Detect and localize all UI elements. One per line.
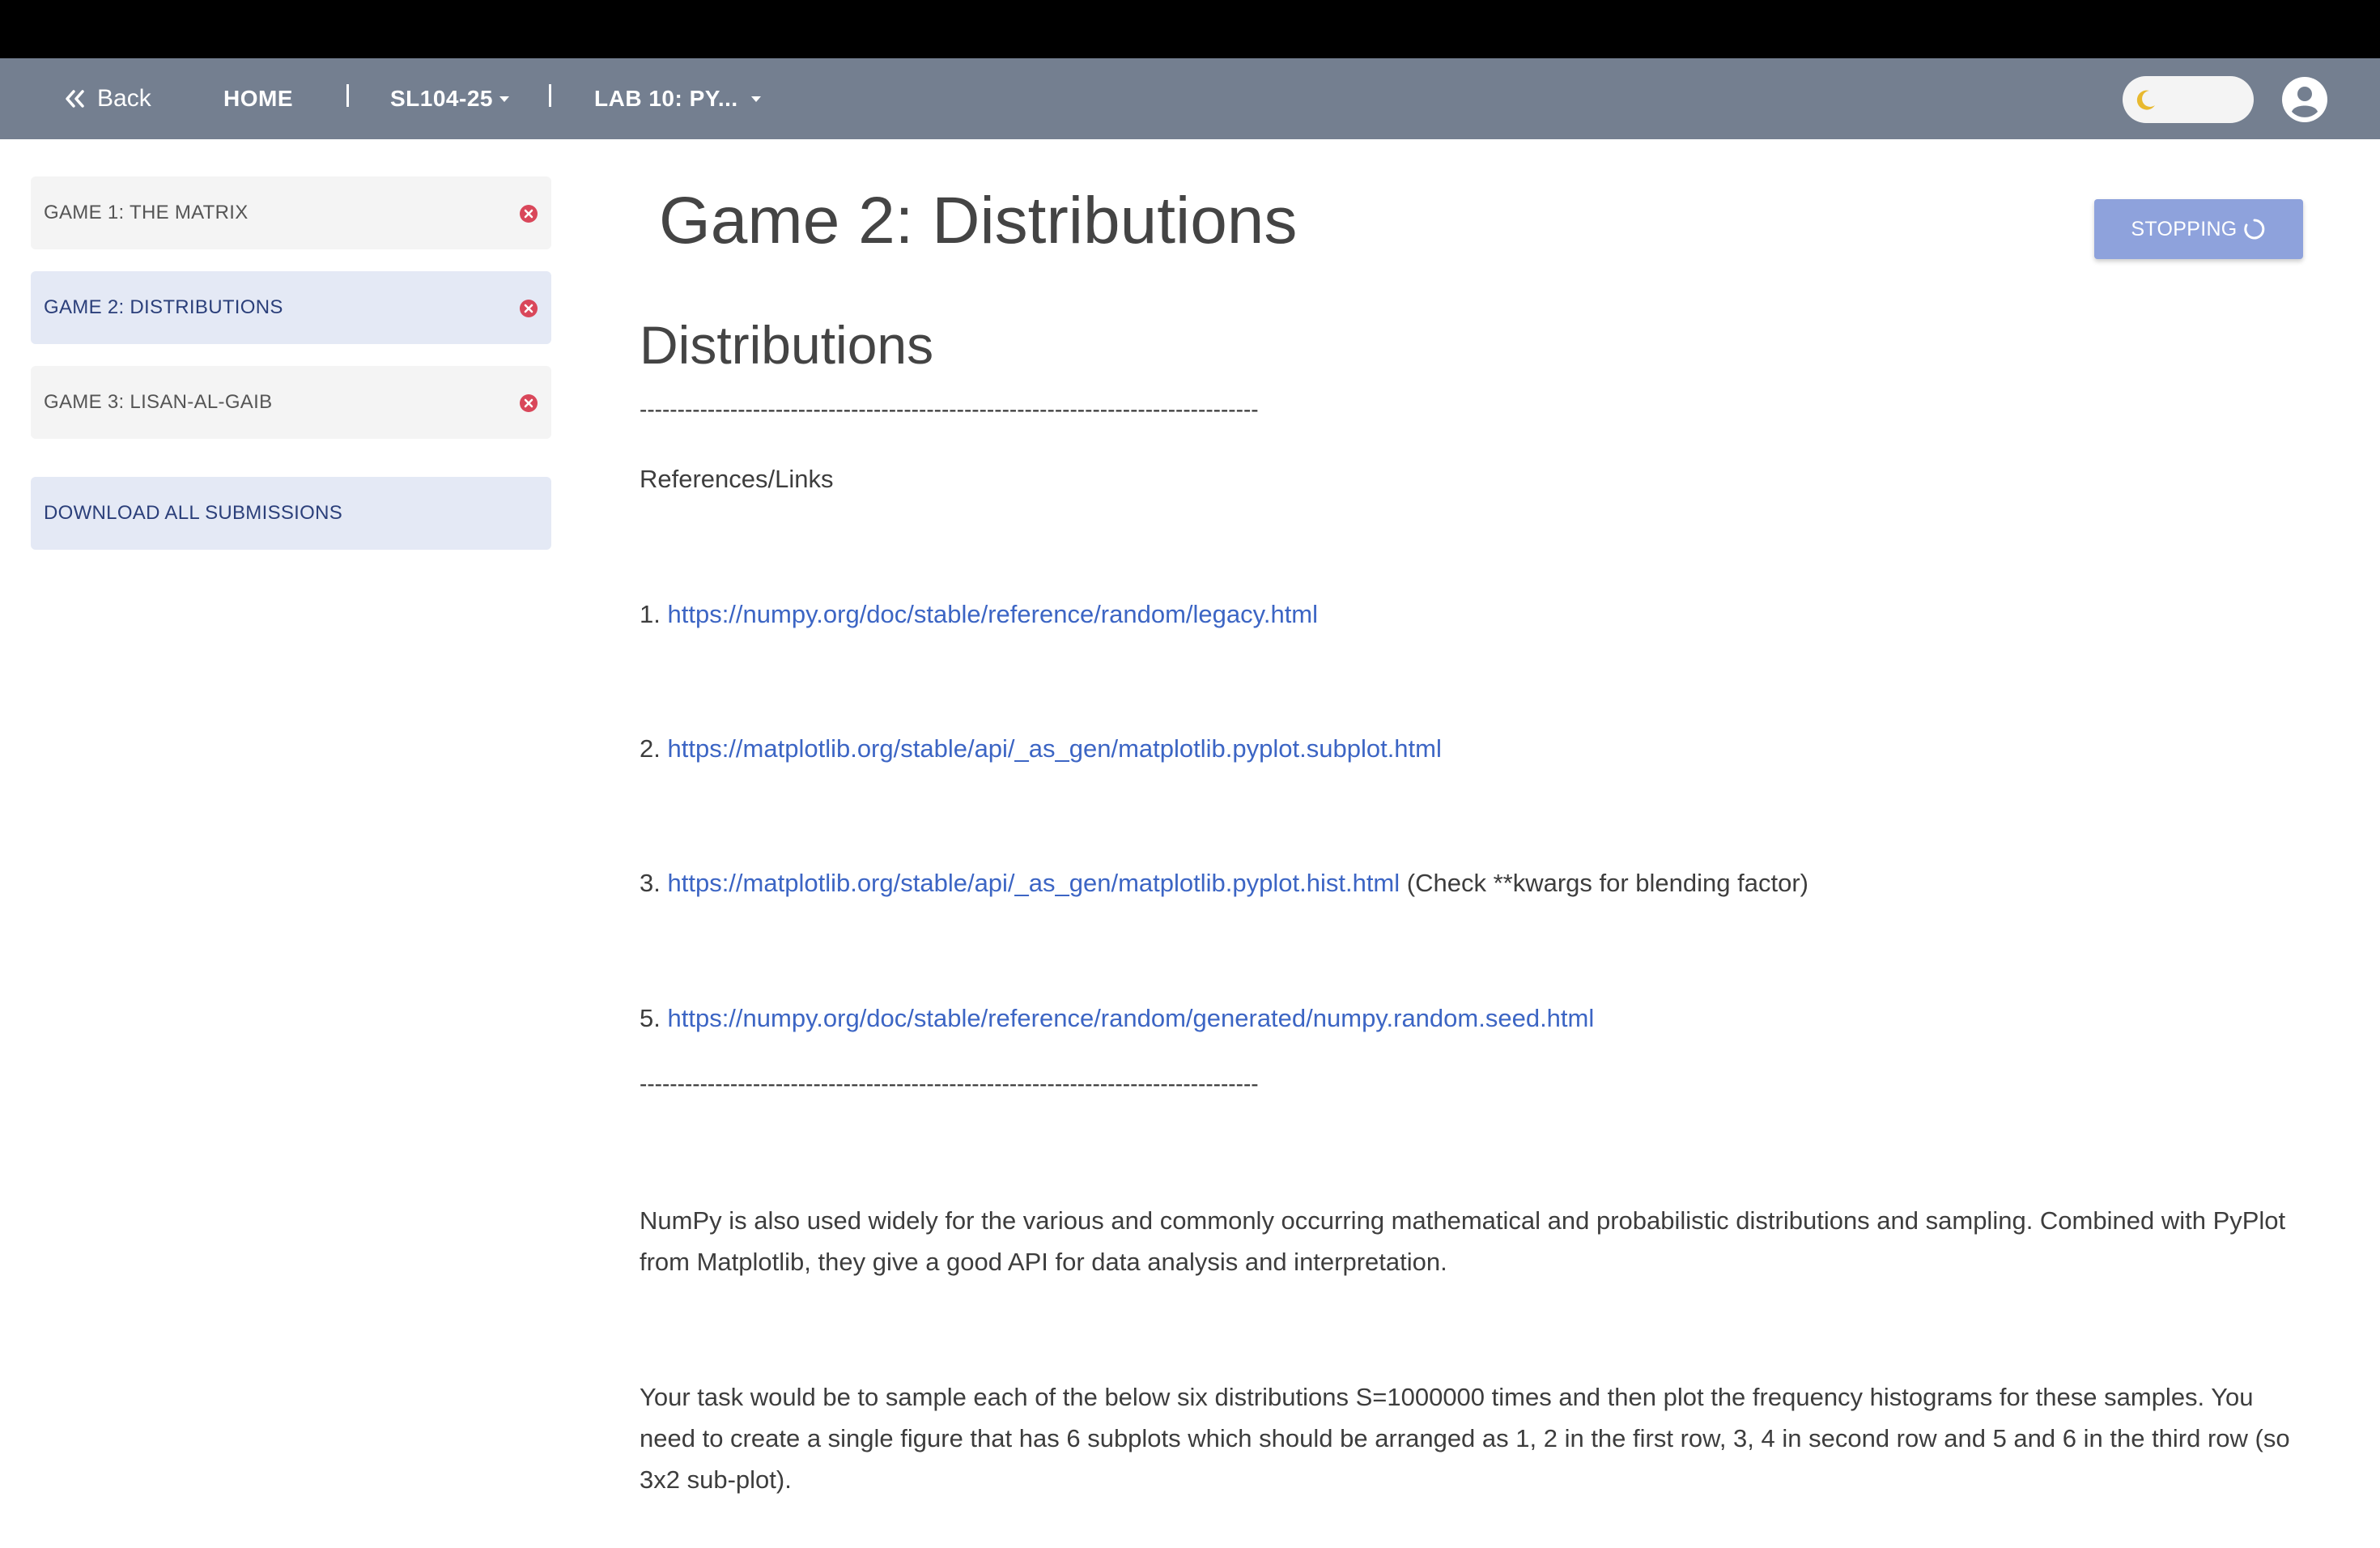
nav-separator (549, 84, 551, 107)
spinner-icon (2243, 219, 2264, 240)
reference-link[interactable]: https://matplotlib.org/stable/api/_as_ge… (667, 869, 1400, 897)
back-label: Back (97, 85, 151, 112)
divider: ----------------------------------------… (640, 1071, 1259, 1096)
sidebar-item-game-2[interactable]: GAME 2: DISTRIBUTIONS (31, 271, 551, 344)
sidebar-item-label: GAME 3: LISAN-AL-GAIB (44, 391, 273, 413)
top-black-bar (0, 0, 2380, 58)
reference-item-3: 3. https://matplotlib.org/stable/api/_as… (640, 869, 1808, 898)
close-circle-icon[interactable] (519, 393, 538, 413)
close-circle-icon[interactable] (519, 299, 538, 318)
section-heading: Distributions (640, 315, 934, 375)
divider: ----------------------------------------… (640, 397, 1259, 422)
reference-link[interactable]: https://numpy.org/doc/stable/reference/r… (667, 1004, 1594, 1032)
download-all-submissions-button[interactable]: DOWNLOAD ALL SUBMISSIONS (31, 477, 551, 550)
sidebar-item-game-3[interactable]: GAME 3: LISAN-AL-GAIB (31, 366, 551, 439)
reference-item-2: 2. https://matplotlib.org/stable/api/_as… (640, 734, 1442, 763)
reference-note: (Check **kwargs for blending factor) (1406, 869, 1808, 897)
reference-number: 5. (640, 1004, 661, 1032)
reference-number: 1. (640, 600, 661, 628)
navbar: Back HOME SL104-25 LAB 10: PY... (0, 58, 2380, 139)
stopping-button[interactable]: STOPPING (2094, 199, 2303, 259)
double-chevron-left-icon (66, 90, 84, 108)
reference-item-5: 5. https://numpy.org/doc/stable/referenc… (640, 1004, 1594, 1033)
lab-label: LAB 10: PY... (594, 86, 738, 111)
sidebar-item-game-1[interactable]: GAME 1: THE MATRIX (31, 176, 551, 249)
reference-number: 2. (640, 734, 661, 763)
task-paragraph: Your task would be to sample each of the… (640, 1383, 2290, 1494)
sidebar-item-label: GAME 1: THE MATRIX (44, 202, 249, 223)
reference-link[interactable]: https://numpy.org/doc/stable/reference/r… (667, 600, 1318, 628)
page-title: Game 2: Distributions (659, 184, 1298, 257)
lab-dropdown[interactable]: LAB 10: PY... (594, 58, 761, 139)
sidebar-item-label: GAME 2: DISTRIBUTIONS (44, 296, 283, 318)
download-label: DOWNLOAD ALL SUBMISSIONS (44, 502, 343, 524)
close-circle-icon[interactable] (519, 204, 538, 223)
caret-down-icon (750, 96, 761, 102)
references-label: References/Links (640, 465, 834, 493)
intro-paragraph: NumPy is also used widely for the variou… (640, 1206, 2286, 1276)
reference-item-1: 1. https://numpy.org/doc/stable/referenc… (640, 600, 1318, 629)
course-label: SL104-25 (390, 86, 493, 111)
stopping-label: STOPPING (2131, 217, 2238, 240)
moon-icon (2136, 90, 2155, 110)
user-avatar-icon[interactable] (2281, 76, 2328, 123)
reference-link[interactable]: https://matplotlib.org/stable/api/_as_ge… (667, 734, 1441, 763)
course-dropdown[interactable]: SL104-25 (390, 58, 509, 139)
back-button[interactable]: Back (63, 58, 151, 139)
caret-down-icon (499, 96, 509, 102)
home-link[interactable]: HOME (223, 58, 293, 139)
nav-separator (346, 84, 349, 107)
reference-number: 3. (640, 869, 661, 897)
